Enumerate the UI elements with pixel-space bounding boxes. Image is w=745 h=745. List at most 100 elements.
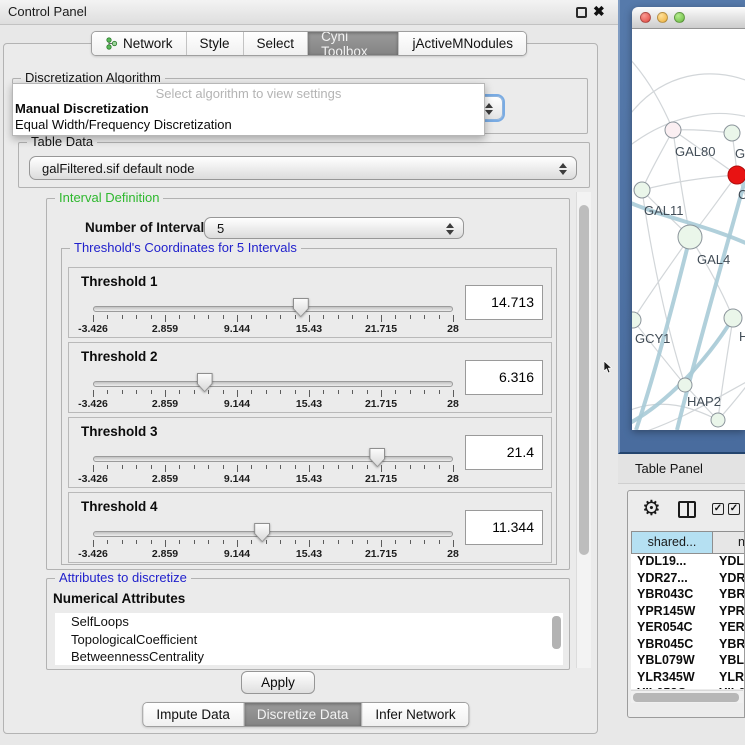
bottom-tab-impute-data[interactable]: Impute Data — [143, 703, 243, 726]
tick-mark — [136, 540, 137, 544]
table-row[interactable]: YDL19...YDL1 — [631, 554, 745, 571]
threshold-value-field[interactable]: 11.344 — [465, 510, 543, 545]
tab-network[interactable]: Network — [92, 32, 186, 55]
tick-mark — [395, 540, 396, 544]
threshold-label: Threshold 3 — [81, 424, 158, 439]
tick-mark — [151, 390, 152, 394]
slider-handle[interactable] — [254, 523, 270, 542]
table-row[interactable]: YLR345WYLR3 — [631, 670, 745, 687]
numerical-attributes-list[interactable]: SelfLoopsTopologicalCoefficientBetweenne… — [55, 613, 563, 665]
table-body[interactable]: YDL19...YDL1YDR27...YDR2YBR043CYBR0YPR14… — [631, 554, 745, 689]
network-node-c[interactable] — [728, 166, 745, 184]
bottom-tab-infer-network[interactable]: Infer Network — [361, 703, 468, 726]
vertical-scrollbar-thumb[interactable] — [579, 205, 589, 555]
zoom-traffic-light-icon[interactable] — [674, 12, 685, 23]
horizontal-scrollbar-thumb[interactable] — [633, 693, 739, 702]
number-of-intervals-combo[interactable]: 5 — [204, 217, 464, 239]
column-header-shared[interactable]: shared... — [631, 531, 713, 554]
tab-select[interactable]: Select — [243, 32, 308, 55]
slider-handle[interactable] — [197, 373, 213, 392]
panel-title: Control Panel — [8, 4, 87, 19]
attributes-group: Attributes to discretize Numerical Attri… — [46, 578, 570, 670]
network-node-ga[interactable] — [724, 125, 740, 141]
horizontal-scrollbar[interactable] — [631, 690, 743, 703]
tick-mark — [251, 390, 252, 394]
checkbox-icon[interactable]: ✓ — [712, 503, 724, 515]
network-node-gcy1[interactable] — [632, 312, 641, 328]
close-traffic-light-icon[interactable] — [640, 12, 651, 23]
slider-track[interactable] — [93, 381, 453, 387]
tick-mark — [107, 315, 108, 319]
node-label: GAL4 — [697, 252, 730, 267]
tick-mark — [352, 390, 353, 394]
threshold-value-field[interactable]: 6.316 — [465, 360, 543, 395]
tick-label: 9.144 — [224, 398, 250, 410]
column-header-name[interactable]: n — [713, 531, 745, 554]
checkbox-icon[interactable]: ✓ — [728, 503, 740, 515]
slider-track[interactable] — [93, 306, 453, 312]
table-row[interactable]: YDR27...YDR2 — [631, 571, 745, 588]
tab-label: Style — [200, 36, 230, 51]
float-window-icon[interactable] — [576, 7, 587, 18]
cell-shared-name: YBR045C — [631, 637, 713, 654]
columns-icon[interactable] — [678, 501, 696, 518]
tick-label: 21.715 — [365, 398, 397, 410]
close-icon[interactable]: ✖ — [593, 3, 605, 20]
network-window-titlebar[interactable] — [632, 7, 745, 29]
table-panel: ⚙ ✓ ✓ shared... n YDL19...YDL1YDR27...YD… — [627, 490, 745, 718]
tick-mark — [323, 390, 324, 394]
table-row[interactable]: YBR043CYBR0 — [631, 587, 745, 604]
top-tab-bar: Network Style SelectCyni ToolboxjActiveMNo… — [91, 31, 527, 56]
table-data-title: Table Data — [27, 134, 97, 149]
cell-shared-name: YLR345W — [631, 670, 713, 687]
attribute-item-topologicalcoefficient[interactable]: TopologicalCoefficient — [55, 631, 563, 649]
attribute-item-betweennesscentrality[interactable]: BetweennessCentrality — [55, 648, 563, 665]
tick-label: 9.144 — [224, 323, 250, 335]
list-scrollbar[interactable] — [552, 616, 561, 649]
network-node[interactable] — [711, 413, 725, 427]
table-data-combo[interactable]: galFiltered.sif default node — [29, 156, 577, 180]
tick-label: 28 — [447, 323, 459, 335]
network-node-gal80[interactable] — [665, 122, 681, 138]
table-row[interactable]: YER054CYER0 — [631, 620, 745, 637]
threshold-value-field[interactable]: 21.4 — [465, 435, 543, 470]
tick-mark — [223, 540, 224, 544]
network-node-hap2[interactable] — [678, 378, 692, 392]
slider-track[interactable] — [93, 456, 453, 462]
slider-handle[interactable] — [369, 448, 385, 467]
network-node-gal4[interactable] — [678, 225, 702, 249]
attribute-item-selfloops[interactable]: SelfLoops — [55, 613, 563, 631]
tick-mark — [266, 465, 267, 469]
cell-name: YIL0 — [713, 686, 745, 689]
tick-label: -3.426 — [78, 323, 108, 335]
network-node-gal11[interactable] — [634, 182, 650, 198]
tick-mark — [439, 540, 440, 544]
tab-jactivemnodules[interactable]: jActiveMNodules — [398, 32, 526, 55]
tick-mark — [309, 315, 310, 322]
tick-mark — [424, 465, 425, 469]
apply-button[interactable]: Apply — [241, 671, 315, 694]
thresholds-group-title: Threshold's Coordinates for 5 Intervals — [70, 240, 301, 255]
cell-name: YDL1 — [713, 554, 745, 571]
slider-track[interactable] — [93, 531, 453, 537]
minimize-traffic-light-icon[interactable] — [657, 12, 668, 23]
number-of-intervals-label: Number of Intervals — [85, 220, 212, 235]
threshold-panel-2: Threshold 2-3.4262.8599.14415.4321.71528… — [68, 342, 552, 413]
gear-icon[interactable]: ⚙ — [642, 496, 661, 521]
threshold-value-field[interactable]: 14.713 — [465, 285, 543, 320]
tab-cyni-toolbox[interactable]: Cyni Toolbox — [307, 32, 398, 55]
vertical-scrollbar[interactable] — [576, 192, 591, 668]
table-row[interactable]: YBR045CYBR0 — [631, 637, 745, 654]
tab-style[interactable]: Style — [186, 32, 243, 55]
network-canvas[interactable]: GAL80GACGAL11GAL4GCY1HHAP2 — [632, 29, 745, 430]
bottom-tab-discretize-data[interactable]: Discretize Data — [243, 703, 362, 726]
tick-mark — [410, 315, 411, 319]
table-row[interactable]: YIL052CYIL0 — [631, 686, 745, 689]
network-node-h[interactable] — [724, 309, 742, 327]
table-row[interactable]: YBL079WYBL0 — [631, 653, 745, 670]
table-row[interactable]: YPR145WYPR1 — [631, 604, 745, 621]
popup-item-equal-width-frequency[interactable]: Equal Width/Frequency Discretization — [13, 117, 484, 133]
cell-name: YDR2 — [713, 571, 745, 588]
table-toolbar: ⚙ ✓ ✓ — [628, 491, 744, 529]
popup-item-manual-discretization[interactable]: Manual Discretization — [13, 101, 484, 117]
